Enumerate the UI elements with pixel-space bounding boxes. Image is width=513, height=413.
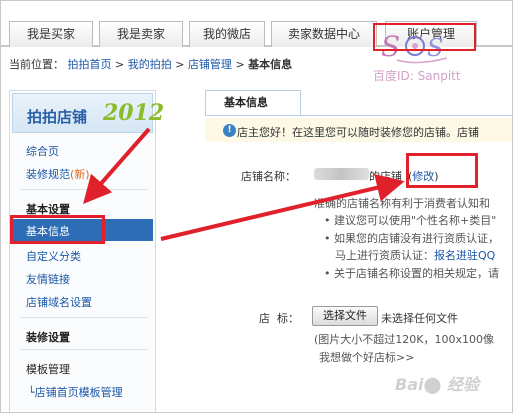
annotation-arrows-icon	[83, 127, 405, 241]
baidu-watermark: Bai⬤ 经验	[395, 375, 479, 394]
screenshot-frame: 我是买家 我是卖家 我的微店 卖家数据中心 账户管理 S S 百度ID: San…	[0, 0, 513, 413]
